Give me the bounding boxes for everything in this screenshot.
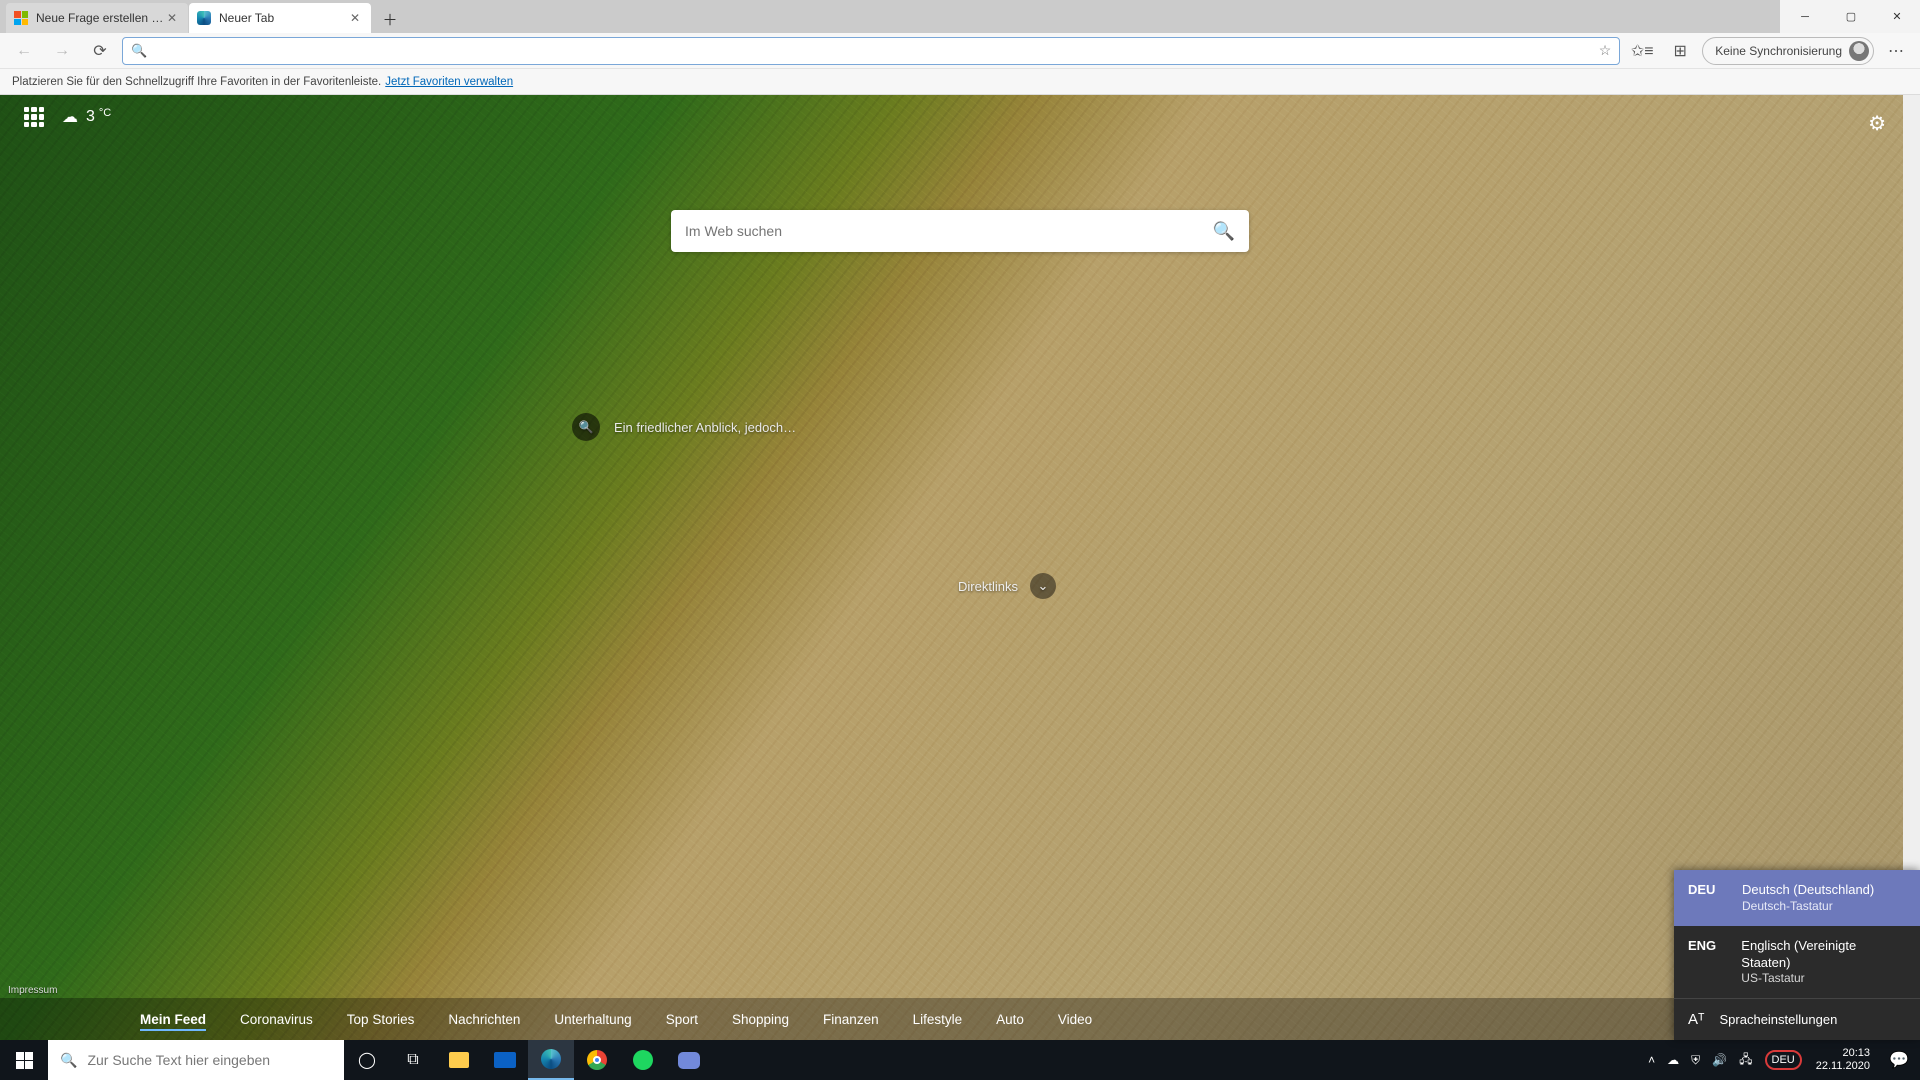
feed-tab-auto[interactable]: Auto xyxy=(996,1008,1024,1031)
tray-onedrive-icon[interactable]: ☁ xyxy=(1661,1040,1685,1080)
address-input[interactable] xyxy=(154,38,1599,64)
language-settings-icon: Aᵀ xyxy=(1688,1011,1705,1028)
collections-button[interactable]: ⊞ xyxy=(1664,35,1696,67)
close-tab-icon[interactable]: ✕ xyxy=(164,11,180,25)
minimize-button[interactable]: ─ xyxy=(1782,0,1828,33)
language-name: Englisch (Vereinigte Staaten) xyxy=(1741,938,1906,972)
feed-tab-coronavirus[interactable]: Coronavirus xyxy=(240,1008,313,1031)
web-search-input[interactable] xyxy=(685,223,1213,239)
cortana-button[interactable]: ◯ xyxy=(344,1040,390,1080)
taskbar-app-spotify[interactable] xyxy=(620,1040,666,1080)
feed-tab-nachrichten[interactable]: Nachrichten xyxy=(448,1008,520,1031)
taskbar-app-edge[interactable] xyxy=(528,1040,574,1080)
more-menu-button[interactable]: ⋯ xyxy=(1880,35,1912,67)
bookmarks-hint: Platzieren Sie für den Schnellzugriff Ih… xyxy=(12,76,381,88)
language-code: DEU xyxy=(1688,882,1728,914)
action-center-button[interactable]: 💬 xyxy=(1878,1050,1920,1070)
image-caption[interactable]: 🔍 Ein friedlicher Anblick, jedoch… xyxy=(572,413,796,441)
tab-strip: Neue Frage erstellen oder Disku ✕ Neuer … xyxy=(0,0,1780,33)
keyboard-layout: Deutsch-Tastatur xyxy=(1742,899,1874,915)
web-search-box[interactable]: 🔍 xyxy=(671,210,1249,252)
window-controls: ─ ▢ ✕ xyxy=(1782,0,1920,33)
feed-tab-shopping[interactable]: Shopping xyxy=(732,1008,789,1031)
chevron-down-icon: ⌄ xyxy=(1030,573,1056,599)
favicon-edge xyxy=(197,10,213,26)
quick-links-label: Direktlinks xyxy=(958,579,1018,594)
profile-sync-button[interactable]: Keine Synchronisierung xyxy=(1702,37,1874,65)
info-search-icon: 🔍 xyxy=(572,413,600,441)
new-tab-button[interactable]: ＋ xyxy=(376,5,404,33)
feed-tab-video[interactable]: Video xyxy=(1058,1008,1092,1031)
language-option-eng[interactable]: ENG Englisch (Vereinigte Staaten) US-Tas… xyxy=(1674,926,1920,998)
favorite-star-icon[interactable]: ☆ xyxy=(1599,42,1612,59)
ntp-top-left: ☁ 3 °C xyxy=(24,107,111,127)
impressum-link[interactable]: Impressum xyxy=(8,985,57,996)
language-preferences-label: Spracheinstellungen xyxy=(1720,1012,1838,1027)
taskbar-app-chrome[interactable] xyxy=(574,1040,620,1080)
clock-time: 20:13 xyxy=(1816,1047,1870,1060)
language-code: ENG xyxy=(1688,938,1727,987)
quick-links-toggle[interactable]: Direktlinks ⌄ xyxy=(958,573,1056,599)
tab-title: Neuer Tab xyxy=(219,11,347,25)
search-submit-icon[interactable]: 🔍 xyxy=(1213,221,1235,242)
feed-tab-lifestyle[interactable]: Lifestyle xyxy=(913,1008,963,1031)
feed-tab-mein-feed[interactable]: Mein Feed xyxy=(140,1008,206,1031)
settings-gear-icon[interactable]: ⚙ xyxy=(1868,111,1886,136)
taskbar-app-mail[interactable] xyxy=(482,1040,528,1080)
task-view-button[interactable]: ⧉ xyxy=(390,1040,436,1080)
start-button[interactable] xyxy=(0,1040,48,1080)
taskbar-app-explorer[interactable] xyxy=(436,1040,482,1080)
feed-tab-top-stories[interactable]: Top Stories xyxy=(347,1008,415,1031)
language-indicator[interactable]: DEU xyxy=(1759,1040,1808,1080)
apps-launcher-icon[interactable] xyxy=(24,107,44,127)
taskbar-search[interactable]: 🔍 Zur Suche Text hier eingeben xyxy=(48,1040,344,1080)
clock-date: 22.11.2020 xyxy=(1816,1060,1870,1073)
bookmarks-bar: Platzieren Sie für den Schnellzugriff Ih… xyxy=(0,69,1920,95)
taskbar-search-placeholder: Zur Suche Text hier eingeben xyxy=(87,1052,270,1068)
forward-button[interactable]: → xyxy=(46,35,78,67)
feed-tab-finanzen[interactable]: Finanzen xyxy=(823,1008,879,1031)
taskbar: 🔍 Zur Suche Text hier eingeben ◯ ⧉ ˄ ☁ ⛨… xyxy=(0,1040,1920,1080)
close-tab-icon[interactable]: ✕ xyxy=(347,11,363,25)
tray-volume-icon[interactable]: 🔊 xyxy=(1706,1040,1733,1080)
feed-nav: Mein Feed Coronavirus Top Stories Nachri… xyxy=(0,998,1920,1040)
keyboard-layout: US-Tastatur xyxy=(1741,971,1906,987)
maximize-button[interactable]: ▢ xyxy=(1828,0,1874,33)
back-button[interactable]: ← xyxy=(8,35,40,67)
tray-security-icon[interactable]: ⛨ xyxy=(1685,1040,1706,1080)
caption-text: Ein friedlicher Anblick, jedoch… xyxy=(614,420,796,435)
language-option-deu[interactable]: DEU Deutsch (Deutschland) Deutsch-Tastat… xyxy=(1674,870,1920,925)
address-bar[interactable]: 🔍 ☆ xyxy=(122,37,1620,65)
feed-tab-unterhaltung[interactable]: Unterhaltung xyxy=(554,1008,631,1031)
favorites-button[interactable]: ✩≡ xyxy=(1626,35,1658,67)
taskbar-app-discord[interactable] xyxy=(666,1040,712,1080)
browser-toolbar: ← → ⟳ 🔍 ☆ ✩≡ ⊞ Keine Synchronisierung ⋯ xyxy=(0,33,1920,69)
refresh-button[interactable]: ⟳ xyxy=(84,35,116,67)
tab-item[interactable]: Neue Frage erstellen oder Disku ✕ xyxy=(6,3,188,33)
new-tab-page: ☁ 3 °C ⚙ 🔍 🔍 Ein friedlicher Anblick, je… xyxy=(0,95,1920,1040)
close-window-button[interactable]: ✕ xyxy=(1874,0,1920,33)
system-tray: ˄ ☁ ⛨ 🔊 🖧 DEU 20:13 22.11.2020 💬 xyxy=(1642,1040,1920,1080)
favicon-microsoft xyxy=(14,10,30,26)
tab-item-active[interactable]: Neuer Tab ✕ xyxy=(189,3,371,33)
search-icon: 🔍 xyxy=(131,43,147,59)
language-flyout: DEU Deutsch (Deutschland) Deutsch-Tastat… xyxy=(1674,870,1920,1040)
manage-favorites-link[interactable]: Jetzt Favoriten verwalten xyxy=(385,76,513,88)
search-icon: 🔍 xyxy=(60,1052,77,1069)
sync-label: Keine Synchronisierung xyxy=(1715,44,1842,58)
tab-title: Neue Frage erstellen oder Disku xyxy=(36,11,164,25)
tray-network-icon[interactable]: 🖧 xyxy=(1733,1040,1758,1080)
weather-temp: 3 xyxy=(86,108,95,126)
tray-overflow-icon[interactable]: ˄ xyxy=(1642,1040,1661,1080)
weather-cloud-icon: ☁ xyxy=(62,107,78,127)
feed-tab-sport[interactable]: Sport xyxy=(666,1008,698,1031)
taskbar-clock[interactable]: 20:13 22.11.2020 xyxy=(1808,1047,1878,1072)
language-name: Deutsch (Deutschland) xyxy=(1742,882,1874,899)
weather-widget[interactable]: ☁ 3 °C xyxy=(62,107,111,127)
avatar-icon xyxy=(1849,41,1869,61)
language-preferences-link[interactable]: Aᵀ Spracheinstellungen xyxy=(1674,999,1920,1040)
weather-unit: °C xyxy=(99,107,111,119)
